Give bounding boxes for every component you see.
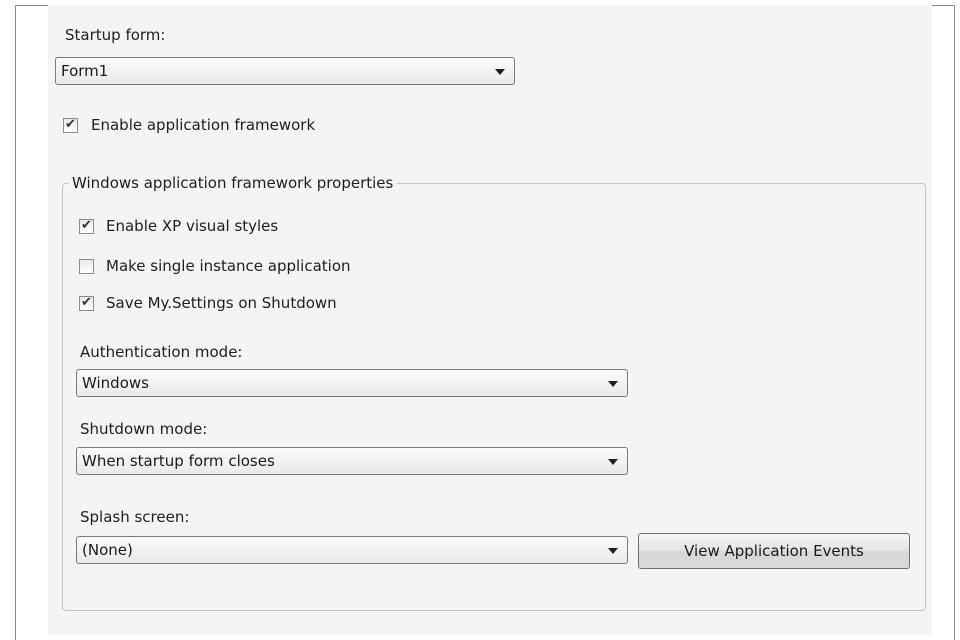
framework-properties-title: Windows application framework properties xyxy=(68,174,398,192)
save-settings-label: Save My.Settings on Shutdown xyxy=(106,294,337,312)
splash-screen-value: (None) xyxy=(82,541,133,559)
single-instance-checkbox[interactable] xyxy=(79,259,94,274)
dropdown-arrow-icon xyxy=(608,381,618,387)
startup-form-dropdown[interactable]: Form1 xyxy=(55,57,515,85)
checkmark-icon: ✔ xyxy=(65,117,76,132)
shutdown-mode-label: Shutdown mode: xyxy=(80,420,208,438)
checkmark-icon: ✔ xyxy=(81,218,92,233)
checkmark-icon: ✔ xyxy=(81,295,92,310)
xp-visual-styles-checkbox[interactable]: ✔ xyxy=(79,218,94,234)
enable-framework-label: Enable application framework xyxy=(91,116,316,134)
shutdown-mode-value: When startup form closes xyxy=(82,452,275,470)
startup-form-label: Startup form: xyxy=(65,26,166,44)
splash-screen-label: Splash screen: xyxy=(80,508,190,526)
startup-form-value: Form1 xyxy=(61,62,109,80)
shutdown-mode-dropdown[interactable]: When startup form closes xyxy=(76,447,628,475)
save-settings-checkbox[interactable]: ✔ xyxy=(79,295,94,311)
dropdown-arrow-icon xyxy=(495,69,505,75)
authentication-mode-value: Windows xyxy=(82,374,149,392)
dropdown-arrow-icon xyxy=(608,548,618,554)
xp-visual-styles-label: Enable XP visual styles xyxy=(106,217,279,235)
dropdown-arrow-icon xyxy=(608,459,618,465)
authentication-mode-dropdown[interactable]: Windows xyxy=(76,369,628,397)
view-application-events-button[interactable]: View Application Events xyxy=(638,533,910,569)
enable-framework-checkbox[interactable]: ✔ xyxy=(63,117,78,133)
authentication-mode-label: Authentication mode: xyxy=(80,343,243,361)
single-instance-label: Make single instance application xyxy=(106,257,351,275)
splash-screen-dropdown[interactable]: (None) xyxy=(76,536,628,564)
